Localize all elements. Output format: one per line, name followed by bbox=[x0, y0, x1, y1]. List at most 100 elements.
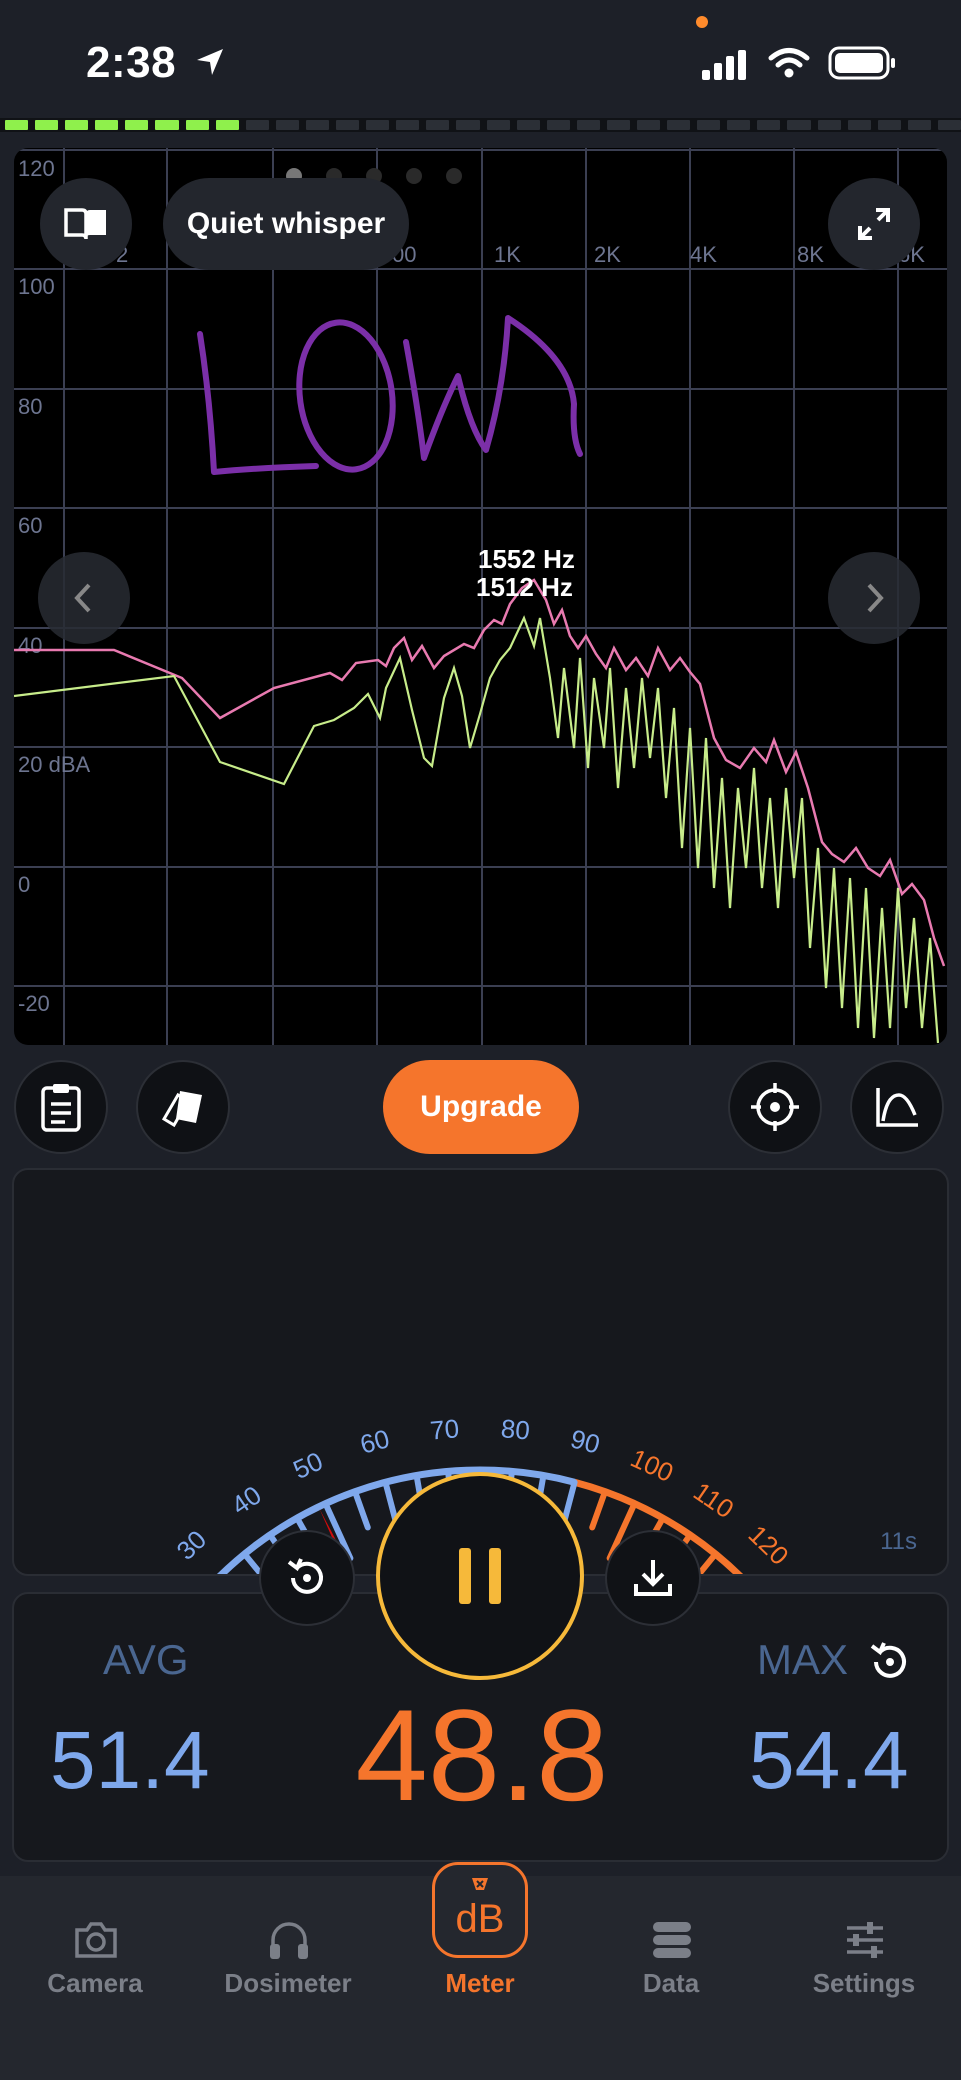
gauge-scale-label: 120 bbox=[743, 1519, 795, 1571]
nav-dosimeter-label: Dosimeter bbox=[224, 1968, 352, 1998]
cards-button[interactable] bbox=[136, 1060, 230, 1154]
previous-chart-button[interactable] bbox=[38, 552, 130, 644]
handwritten-annotation bbox=[197, 315, 583, 475]
next-chart-button[interactable] bbox=[828, 552, 920, 644]
gauge-scale-label: 70 bbox=[429, 1413, 460, 1445]
peak-label: 1552 Hz bbox=[478, 544, 575, 574]
gauge-scale-label: 30 bbox=[171, 1524, 213, 1566]
x-axis-label: 2K bbox=[594, 242, 621, 267]
guide-book-button[interactable] bbox=[40, 178, 132, 270]
cellular-signal-icon bbox=[702, 50, 746, 80]
avg-label: AVG bbox=[103, 1636, 189, 1683]
chevron-right-icon bbox=[867, 583, 884, 613]
download-button[interactable] bbox=[605, 1530, 701, 1626]
chevron-left-icon bbox=[74, 583, 91, 613]
reset-button[interactable] bbox=[259, 1530, 355, 1626]
pause-icon bbox=[459, 1548, 501, 1604]
nav-data-label: Data bbox=[642, 1968, 700, 1998]
elapsed-time: 11s bbox=[880, 1528, 917, 1555]
crosshair-icon bbox=[751, 1083, 799, 1131]
clipboard-icon bbox=[41, 1084, 81, 1132]
y-axis-label: -20 bbox=[18, 991, 50, 1016]
current-value: 48.8 bbox=[355, 1682, 609, 1828]
pause-button[interactable] bbox=[376, 1472, 584, 1680]
level-segment bbox=[667, 120, 691, 130]
curve-button[interactable] bbox=[850, 1060, 944, 1154]
y-axis-label: 60 bbox=[18, 513, 42, 538]
spectrum-plot: 12010080604020 dBA0-202001K2K4K8K6KLOW15… bbox=[14, 148, 947, 1045]
level-segment bbox=[65, 120, 89, 130]
y-axis-label: 20 dBA bbox=[18, 752, 90, 777]
x-axis-label: 1K bbox=[494, 242, 521, 267]
level-segment bbox=[847, 120, 871, 130]
y-axis-label: 40 bbox=[18, 633, 42, 658]
download-icon bbox=[634, 1560, 672, 1596]
db-glyph: dB bbox=[456, 1878, 505, 1941]
level-segment bbox=[275, 120, 299, 130]
clipboard-button[interactable] bbox=[14, 1060, 108, 1154]
level-segment bbox=[516, 120, 540, 130]
reset-icon bbox=[287, 1558, 323, 1594]
level-segment bbox=[606, 120, 630, 130]
level-segment bbox=[185, 120, 209, 130]
preset-label-pill[interactable]: Quiet whisper bbox=[163, 178, 409, 270]
svg-text:dB: dB bbox=[456, 1897, 505, 1941]
level-segment bbox=[95, 120, 119, 130]
headphones-icon bbox=[270, 1922, 308, 1959]
level-segment bbox=[907, 120, 931, 130]
level-segment bbox=[125, 120, 149, 130]
nav-camera-label: Camera bbox=[47, 1968, 143, 1998]
level-segment bbox=[636, 120, 661, 130]
wifi-icon bbox=[768, 48, 810, 78]
gauge-scale-label: 80 bbox=[500, 1413, 531, 1445]
gauge-scale-label: 130 bbox=[790, 1572, 840, 1574]
level-segment bbox=[155, 120, 179, 130]
level-segment bbox=[215, 120, 239, 130]
battery-icon bbox=[828, 46, 895, 80]
reset-max-icon[interactable] bbox=[866, 1638, 914, 1686]
live-level-strip bbox=[0, 118, 961, 132]
nav-settings-label: Settings bbox=[812, 1968, 916, 1998]
avg-value: 51.4 bbox=[50, 1715, 210, 1806]
expand-icon bbox=[858, 208, 890, 240]
gauge-scale-label: 60 bbox=[357, 1423, 393, 1459]
x-axis-label: 8K bbox=[797, 242, 824, 267]
book-icon bbox=[64, 208, 106, 240]
curve-chart-icon bbox=[876, 1088, 918, 1127]
gauge-tick bbox=[589, 1488, 609, 1531]
max-label: MAX bbox=[757, 1636, 849, 1683]
level-segment bbox=[817, 120, 841, 130]
level-segment bbox=[366, 120, 390, 130]
level-segment bbox=[546, 120, 570, 130]
nav-meter-label: Meter bbox=[445, 1968, 515, 1998]
page-dot[interactable] bbox=[406, 168, 422, 184]
gauge-scale-label: 100 bbox=[626, 1443, 678, 1488]
annotation-stroke-o bbox=[296, 319, 396, 473]
camera-icon bbox=[75, 1922, 117, 1958]
max-value: 54.4 bbox=[749, 1715, 909, 1806]
target-button[interactable] bbox=[728, 1060, 822, 1154]
db-icon: dB bbox=[432, 1862, 528, 1958]
status-time-text: 2:38 bbox=[86, 38, 177, 87]
sliders-icon bbox=[847, 1922, 883, 1958]
level-segment bbox=[5, 120, 29, 130]
level-segment bbox=[486, 120, 510, 130]
level-segment bbox=[336, 120, 360, 130]
fullscreen-button[interactable] bbox=[828, 178, 920, 270]
upgrade-button[interactable]: Upgrade bbox=[383, 1060, 579, 1154]
level-segment bbox=[245, 120, 269, 130]
bottom-nav: Camera Dosimeter dB Meter Data Settings bbox=[0, 1862, 961, 2080]
y-axis-label: 0 bbox=[18, 872, 30, 897]
page-dot[interactable] bbox=[446, 168, 462, 184]
gauge-scale-label: 90 bbox=[567, 1423, 603, 1459]
level-segment bbox=[697, 120, 721, 130]
peak-label: 1512 Hz bbox=[476, 572, 573, 602]
spectrum-trace-green bbox=[14, 615, 940, 1044]
gauge-scale-label: 50 bbox=[289, 1446, 328, 1485]
level-segment bbox=[877, 120, 901, 130]
gauge-scale-label: 40 bbox=[226, 1480, 267, 1521]
spectrum-graph[interactable]: 12010080604020 dBA0-202001K2K4K8K6KLOW15… bbox=[14, 148, 947, 1045]
gauge-tick bbox=[351, 1488, 371, 1531]
upgrade-label: Upgrade bbox=[420, 1090, 542, 1123]
y-axis-label: 100 bbox=[18, 274, 55, 299]
